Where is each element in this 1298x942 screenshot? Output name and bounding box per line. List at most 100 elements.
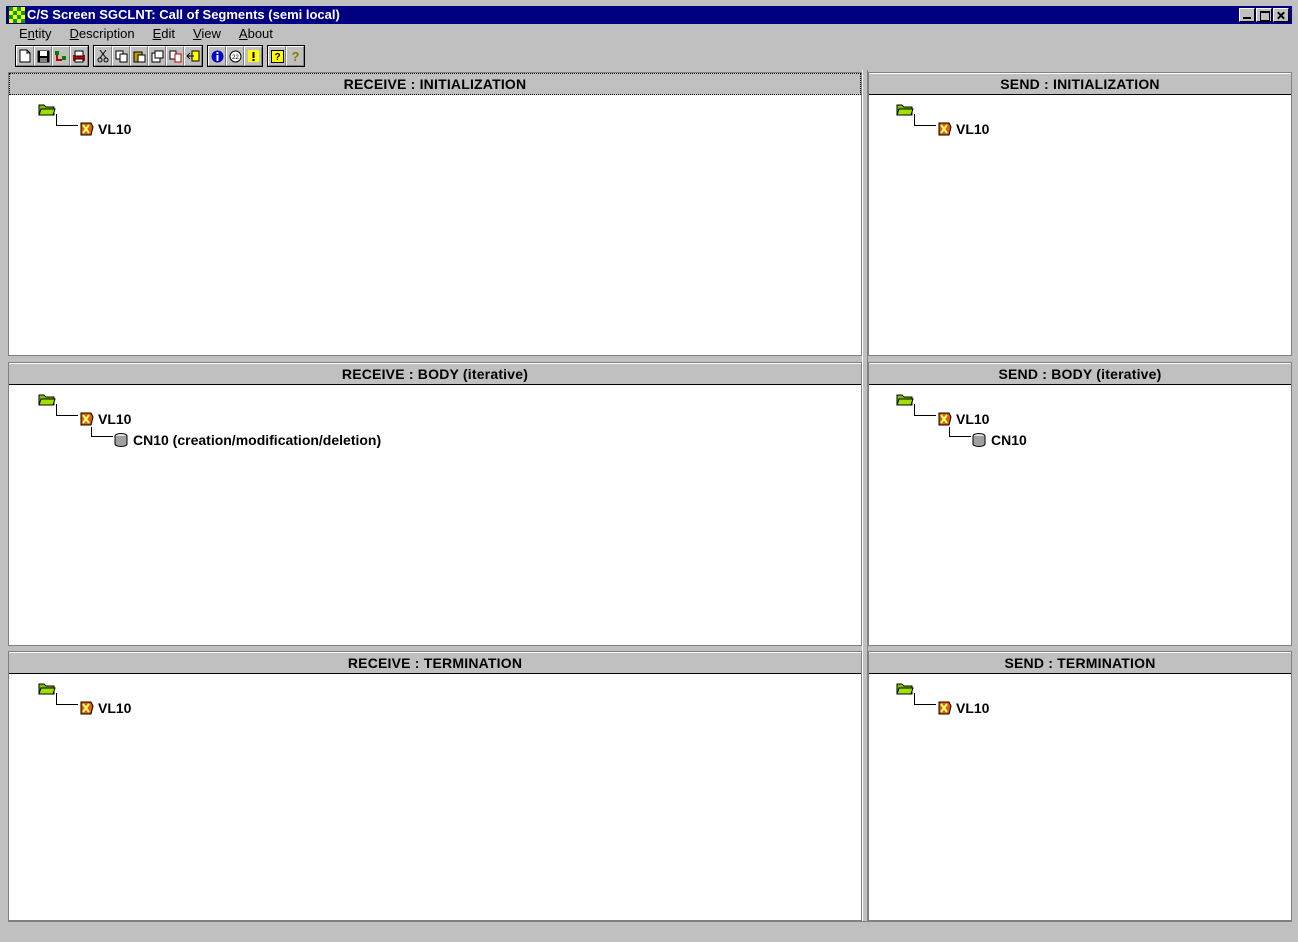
pane-header: RECEIVE : BODY (iterative) xyxy=(9,363,861,385)
tree-view: VL10 CN10 (creation/modification/deletio… xyxy=(9,385,861,645)
svg-text:?: ? xyxy=(291,49,299,63)
pane-receive-body[interactable]: RECEIVE : BODY (iterative) VL10 CN10 (cr… xyxy=(8,362,862,646)
window-title: C/S Screen SGCLNT: Call of Segments (sem… xyxy=(27,7,340,22)
tree-node-label: VL10 xyxy=(98,411,132,427)
new-button[interactable] xyxy=(16,46,34,66)
comment-button[interactable]: 22 xyxy=(226,46,244,66)
copy-button[interactable] xyxy=(112,46,130,66)
database-icon xyxy=(972,433,986,447)
tree-node-label: CN10 (creation/modification/deletion) xyxy=(133,432,382,448)
folder-icon[interactable] xyxy=(38,392,56,406)
folder-icon[interactable] xyxy=(38,681,56,695)
tree-icon xyxy=(55,50,66,61)
tree-node-label: CN10 xyxy=(991,432,1027,448)
print-icon xyxy=(73,50,85,62)
database-icon xyxy=(114,433,128,447)
title-bar[interactable]: C/S Screen SGCLNT: Call of Segments (sem… xyxy=(6,6,1292,24)
info-icon xyxy=(211,50,223,62)
tree-branch xyxy=(914,404,936,416)
toolbar: 22 ? ? xyxy=(15,44,309,68)
compare-button[interactable] xyxy=(166,46,184,66)
menu-about-label: About xyxy=(238,26,273,41)
folder-icon[interactable] xyxy=(896,392,914,406)
pane-title: SEND : TERMINATION xyxy=(1004,655,1156,671)
context-help-button[interactable]: ? xyxy=(286,46,304,66)
help-button[interactable]: ? xyxy=(268,46,286,66)
svg-text:?: ? xyxy=(274,52,280,63)
status-bar xyxy=(8,921,1292,940)
tree-node-label: VL10 xyxy=(956,411,990,427)
pane-header: RECEIVE : INITIALIZATION xyxy=(9,73,861,95)
pane-title: RECEIVE : BODY (iterative) xyxy=(341,366,529,382)
tree-node-segment[interactable]: VL10 xyxy=(937,119,989,139)
warning-icon xyxy=(247,50,259,62)
maximize-button[interactable] xyxy=(1256,8,1272,22)
new-icon xyxy=(19,49,31,63)
tree-node-segment[interactable]: VL10 xyxy=(79,409,131,429)
segment-icon xyxy=(938,122,952,136)
pane-title: RECEIVE : INITIALIZATION xyxy=(343,76,527,92)
window-controls xyxy=(1239,8,1289,22)
tree-branch xyxy=(914,114,936,126)
context-help-icon: ? xyxy=(291,49,299,63)
tree-view: VL10 xyxy=(869,95,1291,355)
paste-icon xyxy=(133,51,145,62)
warning-button[interactable] xyxy=(244,46,262,66)
menu-edit[interactable]: Edit xyxy=(142,25,182,42)
tree-node-segment[interactable]: VL10 xyxy=(79,698,131,718)
svg-text:22: 22 xyxy=(232,55,239,61)
tree-node-label: VL10 xyxy=(956,121,990,137)
tree-view: VL10 CN10 xyxy=(869,385,1291,645)
menu-bar: Entity Description Edit View About xyxy=(8,25,280,42)
tree-branch xyxy=(914,693,936,705)
folder-icon[interactable] xyxy=(896,681,914,695)
tree-node-child[interactable]: CN10 xyxy=(972,430,1027,450)
print-button[interactable] xyxy=(70,46,88,66)
toolbar-group-help: ? ? xyxy=(267,45,305,67)
info-button[interactable] xyxy=(208,46,226,66)
minimize-button[interactable] xyxy=(1239,8,1255,22)
tree-view: VL10 xyxy=(9,95,861,355)
close-button[interactable] xyxy=(1273,8,1289,22)
pane-send-body[interactable]: SEND : BODY (iterative) VL10 CN10 xyxy=(868,362,1292,646)
duplicate-icon xyxy=(151,50,163,62)
compare-icon xyxy=(169,50,181,62)
pane-send-initialization[interactable]: SEND : INITIALIZATION VL10 xyxy=(868,72,1292,356)
tree-node-segment[interactable]: VL10 xyxy=(79,119,131,139)
save-button[interactable] xyxy=(34,46,52,66)
cut-icon xyxy=(97,49,109,63)
menu-entity[interactable]: Entity xyxy=(8,25,59,42)
menu-view-label: View xyxy=(192,26,221,41)
menu-view[interactable]: View xyxy=(182,25,228,42)
pane-send-termination[interactable]: SEND : TERMINATION VL10 xyxy=(868,651,1292,921)
vertical-splitter[interactable] xyxy=(862,70,868,922)
pane-title: RECEIVE : TERMINATION xyxy=(347,655,523,671)
folder-icon[interactable] xyxy=(38,102,56,116)
menu-about[interactable]: About xyxy=(228,25,280,42)
tree-branch xyxy=(91,427,113,437)
pane-receive-initialization[interactable]: RECEIVE : INITIALIZATION VL10 xyxy=(8,72,862,356)
tree-branch xyxy=(949,427,971,437)
pane-header: RECEIVE : TERMINATION xyxy=(9,652,861,674)
pane-header: SEND : INITIALIZATION xyxy=(869,73,1291,95)
tree-node-label: VL10 xyxy=(98,700,132,716)
menu-entity-label: Entity xyxy=(19,26,52,41)
tree-button[interactable] xyxy=(52,46,70,66)
menu-description-label: Description xyxy=(69,26,135,41)
tree-branch xyxy=(56,114,78,126)
folder-icon[interactable] xyxy=(896,102,914,116)
tree-node-segment[interactable]: VL10 xyxy=(937,409,989,429)
tree-node-child[interactable]: CN10 (creation/modification/deletion) xyxy=(114,430,381,450)
toolbar-group-edit xyxy=(93,45,203,67)
pane-receive-termination[interactable]: RECEIVE : TERMINATION VL10 xyxy=(8,651,862,921)
duplicate-button[interactable] xyxy=(148,46,166,66)
exit-button[interactable] xyxy=(184,46,202,66)
toolbar-group-info: 22 xyxy=(207,45,263,67)
pane-title: SEND : BODY (iterative) xyxy=(998,366,1162,382)
cut-button[interactable] xyxy=(94,46,112,66)
pane-header: SEND : BODY (iterative) xyxy=(869,363,1291,385)
menu-description[interactable]: Description xyxy=(59,25,142,42)
tree-node-segment[interactable]: VL10 xyxy=(937,698,989,718)
paste-button[interactable] xyxy=(130,46,148,66)
help-icon: ? xyxy=(270,49,284,63)
